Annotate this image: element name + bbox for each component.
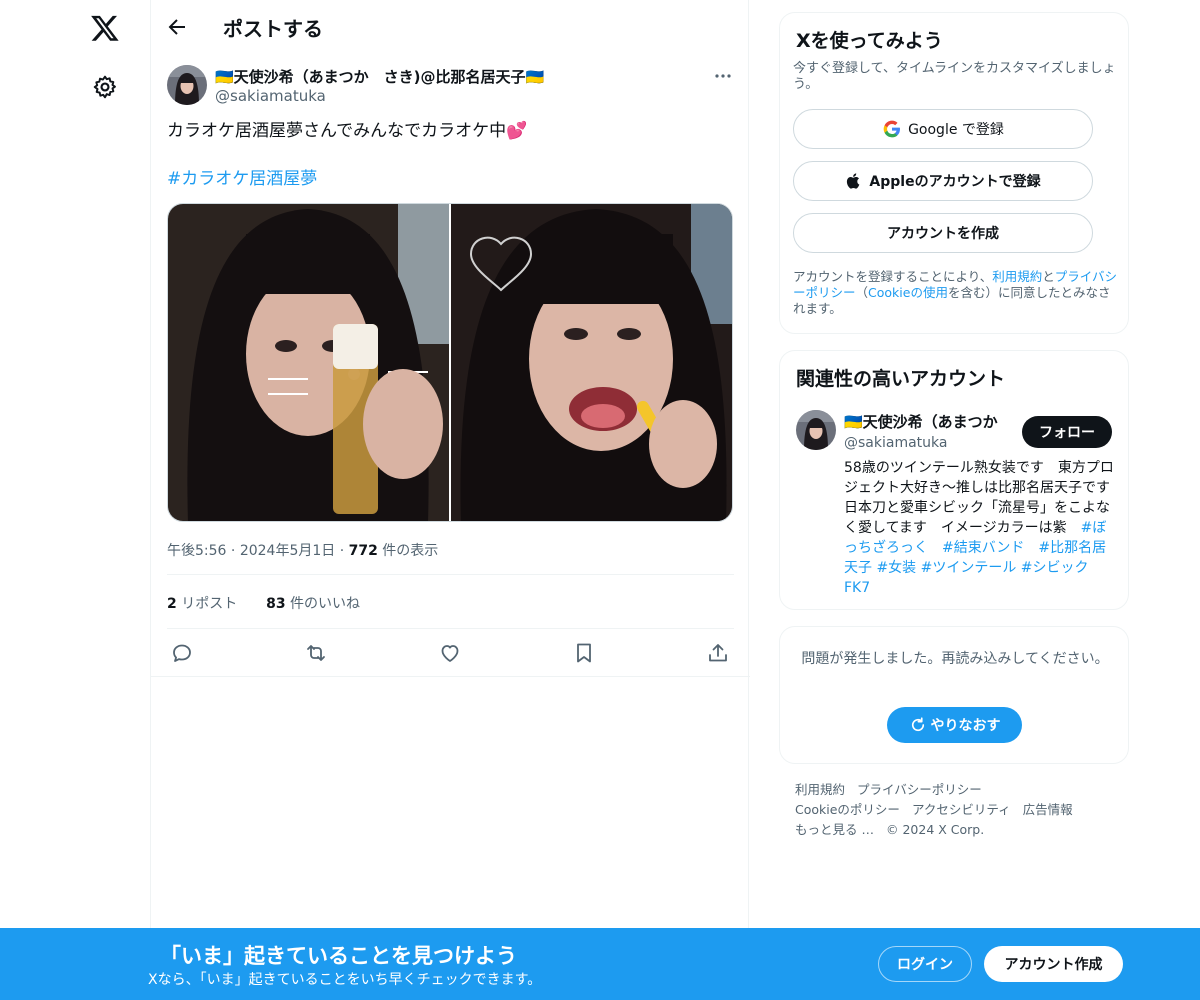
likes-stat[interactable]: 83 件のいいね — [266, 596, 360, 612]
more-icon[interactable] — [711, 64, 735, 88]
main-header: ポストする — [151, 0, 750, 54]
related-accounts-card: 関連性の高いアカウント 🇺🇦天使沙希（あまつか @sakiamatuka フォロ… — [779, 350, 1129, 610]
like-icon[interactable] — [438, 641, 462, 665]
post-time[interactable]: 午後5:56 — [167, 543, 226, 559]
refresh-icon — [911, 717, 924, 732]
likes-label: 件のいいね — [285, 596, 361, 612]
legal-and: と — [1042, 269, 1055, 284]
related-bio: 58歳のツインテール熟女装です 東方プロジェクト大好き〜推しは比那名居天子です … — [844, 458, 1124, 598]
bottom-create-account-button[interactable]: アカウント作成 — [984, 946, 1123, 982]
footer-terms-link[interactable]: 利用規約 — [795, 782, 845, 797]
related-avatar[interactable] — [796, 410, 836, 450]
bottom-signup-bar: 「いま」起きていることを見つけよう Xなら、「いま」起きていることをいち早くチェ… — [0, 928, 1200, 1000]
author-avatar[interactable] — [167, 65, 207, 105]
meta-separator: · — [230, 543, 240, 559]
footer-accessibility-link[interactable]: アクセシビリティ — [912, 802, 1011, 817]
signup-subtitle: 今すぐ登録して、タイムラインをカスタマイズしましょう。 — [793, 61, 1116, 92]
views-label: 件の表示 — [377, 543, 439, 559]
related-handle[interactable]: @sakiamatuka — [844, 435, 947, 451]
post-stats: 2 リポスト 83 件のいいね — [167, 593, 360, 613]
google-signup-button[interactable]: Google で登録 — [793, 109, 1093, 149]
google-icon — [883, 120, 901, 138]
reposts-count: 2 — [167, 596, 177, 612]
share-icon[interactable] — [706, 641, 730, 665]
retry-label: やりなおす — [930, 718, 1001, 734]
error-card: 問題が発生しました。再読み込みしてください。 やりなおす — [779, 626, 1129, 764]
google-signup-label: Google で登録 — [908, 122, 1004, 138]
terms-link[interactable]: 利用規約 — [992, 269, 1042, 284]
cookie-link[interactable]: Cookieの使用 — [868, 285, 948, 300]
post-meta: 午後5:56 · 2024年5月1日 · 772 件の表示 — [167, 540, 438, 560]
footer-links: 利用規約 プライバシーポリシー Cookieのポリシー アクセシビリティ 広告情報 も… — [795, 780, 1115, 840]
reposts-stat[interactable]: 2 リポスト — [167, 596, 237, 612]
apple-signup-label: Appleのアカウントで登録 — [869, 174, 1041, 190]
post-media — [167, 203, 733, 522]
left-nav — [0, 0, 150, 1000]
footer-cookie-link[interactable]: Cookieのポリシー — [795, 802, 900, 817]
footer-ads-link[interactable]: 広告情報 — [1023, 802, 1073, 817]
bookmark-icon[interactable] — [572, 641, 596, 665]
login-button[interactable]: ログイン — [878, 946, 972, 982]
bottom-bar-subtitle: Xなら、「いま」起きていることをいち早くチェックできます。 — [148, 972, 542, 988]
legal-open: （ — [855, 285, 869, 300]
author-handle[interactable]: @sakiamatuka — [215, 87, 326, 105]
apple-signup-button[interactable]: Appleのアカウントで登録 — [793, 161, 1093, 201]
divider — [151, 676, 750, 677]
create-account-label: アカウントを作成 — [887, 226, 999, 242]
footer-copyright: © 2024 X Corp. — [885, 822, 985, 837]
divider — [167, 628, 734, 629]
post-text: カラオケ居酒屋夢さんでみんなでカラオケ中💕 — [167, 121, 528, 141]
post-photo-1[interactable] — [168, 204, 449, 522]
bottom-bar-title: 「いま」起きていることを見つけよう — [160, 944, 517, 968]
create-account-button[interactable]: アカウントを作成 — [793, 213, 1093, 253]
meta-separator: · — [339, 543, 349, 559]
repost-icon[interactable] — [304, 641, 328, 665]
retry-button[interactable]: やりなおす — [887, 707, 1022, 743]
back-arrow-icon[interactable] — [165, 15, 189, 39]
x-logo-icon[interactable] — [90, 13, 120, 43]
likes-count: 83 — [266, 596, 286, 612]
main-column: ポストする 🇺🇦天使沙希（あまつか さき)@比那名居天子🇺🇦 @sakiamat… — [150, 0, 750, 1000]
post-date[interactable]: 2024年5月1日 — [240, 543, 335, 559]
legal-prefix: アカウントを登録することにより、 — [793, 269, 993, 284]
reply-icon[interactable] — [170, 641, 194, 665]
error-message: 問題が発生しました。再読み込みしてください。 — [801, 651, 1109, 667]
footer-privacy-link[interactable]: プライバシーポリシー — [857, 782, 982, 797]
divider — [167, 574, 734, 575]
follow-button[interactable]: フォロー — [1022, 416, 1112, 448]
views-count: 772 — [348, 543, 378, 559]
post-photo-2[interactable] — [451, 204, 733, 522]
signup-card: Xを使ってみよう 今すぐ登録して、タイムラインをカスタマイズしましょう。 Goo… — [779, 12, 1129, 334]
page-title: ポストする — [223, 17, 323, 41]
related-title: 関連性の高いアカウント — [796, 368, 1006, 390]
footer-more-link[interactable]: もっと見る … — [795, 822, 874, 837]
signup-title: Xを使ってみよう — [796, 30, 943, 52]
author-name[interactable]: 🇺🇦天使沙希（あまつか さき)@比那名居天子🇺🇦 — [215, 66, 544, 87]
reposts-label: リポスト — [176, 596, 238, 612]
gear-icon[interactable] — [92, 74, 118, 100]
post-hashtag[interactable]: #カラオケ居酒屋夢 — [167, 167, 317, 191]
related-name[interactable]: 🇺🇦天使沙希（あまつか — [844, 411, 1014, 432]
legal-text: アカウントを登録することにより、利用規約とプライバシーポリシー（Cookieの使… — [793, 269, 1121, 317]
apple-icon — [847, 173, 860, 189]
